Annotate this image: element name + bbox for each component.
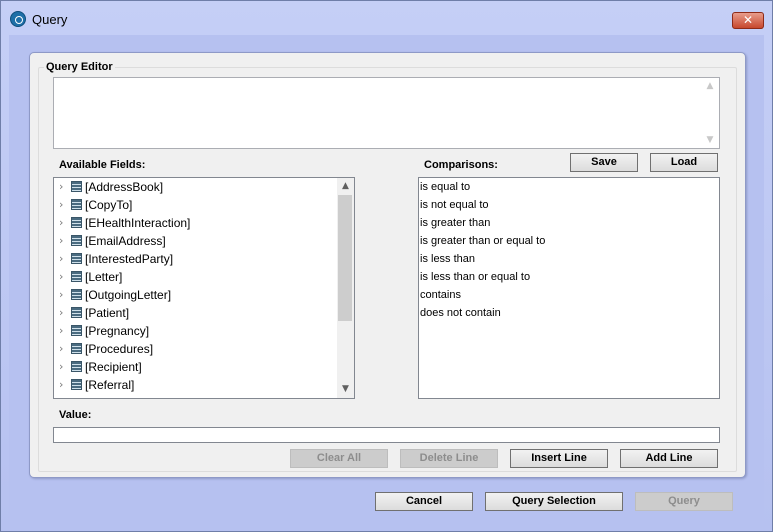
save-button[interactable]: Save <box>570 153 638 172</box>
scroll-up-icon[interactable]: ▲ <box>340 181 351 192</box>
comparisons-label: Comparisons: <box>424 159 498 171</box>
scroll-down-icon[interactable]: ▼ <box>340 384 351 395</box>
chevron-right-icon[interactable]: › <box>59 306 63 319</box>
query-button[interactable]: Query <box>635 492 733 511</box>
tree-item-label: [AddressBook] <box>85 180 164 194</box>
chevron-right-icon[interactable]: › <box>59 360 63 373</box>
comparison-item[interactable]: is greater than <box>420 214 490 232</box>
window-title: Query <box>32 12 68 27</box>
tree-item-label: [EmailAddress] <box>85 234 166 248</box>
comparison-item[interactable]: is greater than or equal to <box>420 232 545 250</box>
value-input[interactable] <box>53 427 720 443</box>
table-icon <box>71 217 82 228</box>
tree-item[interactable]: › [Recipient] <box>54 358 338 376</box>
table-icon <box>71 379 82 390</box>
tree-item-label: [OutgoingLetter] <box>85 288 172 302</box>
tree-item[interactable]: › [CopyTo] <box>54 196 338 214</box>
title-bar[interactable]: Query ✕ <box>1 1 772 35</box>
table-icon <box>71 199 82 210</box>
query-editor-label: Query Editor <box>44 61 115 73</box>
chevron-right-icon[interactable]: › <box>59 216 63 229</box>
table-icon <box>71 181 82 192</box>
tree-item-label: [Letter] <box>85 270 123 284</box>
tree-item[interactable]: › [Referral] <box>54 376 338 394</box>
app-icon <box>10 11 26 27</box>
tree-item-label: [InterestedParty] <box>85 252 174 266</box>
scroll-down-icon[interactable]: ▼ <box>706 136 714 145</box>
table-icon <box>71 289 82 300</box>
tree-item[interactable]: › [Patient] <box>54 304 338 322</box>
close-button[interactable]: ✕ <box>732 12 764 29</box>
tree-item-label: [Pregnancy] <box>85 324 150 338</box>
tree-item-label: [Referral] <box>85 378 135 392</box>
tree-item[interactable]: › [Procedures] <box>54 340 338 358</box>
table-icon <box>71 343 82 354</box>
query-editor-textarea[interactable]: ▲ ▼ <box>53 77 720 149</box>
tree-item[interactable]: › [EHealthInteraction] <box>54 214 338 232</box>
chevron-right-icon[interactable]: › <box>59 324 63 337</box>
add-line-button[interactable]: Add Line <box>620 449 718 468</box>
comparison-item[interactable]: is less than <box>420 250 475 268</box>
comparison-item[interactable]: is less than or equal to <box>420 268 530 286</box>
comparison-item[interactable]: is equal to <box>420 178 470 196</box>
tree-item[interactable]: › [AddressBook] <box>54 178 338 196</box>
value-label: Value: <box>59 409 92 421</box>
clear-all-button[interactable]: Clear All <box>290 449 388 468</box>
chevron-right-icon[interactable]: › <box>59 378 63 391</box>
table-icon <box>71 325 82 336</box>
tree-item[interactable]: › [EmailAddress] <box>54 232 338 250</box>
tree-item[interactable]: › [Pregnancy] <box>54 322 338 340</box>
chevron-right-icon[interactable]: › <box>59 234 63 247</box>
query-selection-button[interactable]: Query Selection <box>485 492 623 511</box>
scroll-up-icon[interactable]: ▲ <box>706 82 714 91</box>
dialog-body: Query Editor ▲ ▼ Available Fields: Compa… <box>9 35 764 525</box>
load-button[interactable]: Load <box>650 153 718 172</box>
available-fields-tree[interactable]: › [AddressBook] › [CopyTo] › [EHealthInt… <box>53 177 355 399</box>
tree-item-label: [EHealthInteraction] <box>85 216 191 230</box>
table-icon <box>71 271 82 282</box>
tree-item-label: [Recipient] <box>85 360 142 374</box>
query-dialog: Query ✕ Query Editor ▲ ▼ Available Field… <box>0 0 773 532</box>
delete-line-button[interactable]: Delete Line <box>400 449 498 468</box>
tree-item[interactable]: › [InterestedParty] <box>54 250 338 268</box>
chevron-right-icon[interactable]: › <box>59 270 63 283</box>
table-icon <box>71 307 82 318</box>
tree-item-label: [Procedures] <box>85 342 154 356</box>
editor-scrollbar[interactable]: ▲ ▼ <box>702 78 719 148</box>
cancel-button[interactable]: Cancel <box>375 492 473 511</box>
comparison-item[interactable]: does not contain <box>420 304 501 322</box>
comparison-item[interactable]: contains <box>420 286 461 304</box>
available-fields-label: Available Fields: <box>59 159 146 171</box>
chevron-right-icon[interactable]: › <box>59 252 63 265</box>
scroll-thumb[interactable] <box>338 195 352 321</box>
insert-line-button[interactable]: Insert Line <box>510 449 608 468</box>
tree-item-label: [Patient] <box>85 306 130 320</box>
tree-item[interactable]: › [OutgoingLetter] <box>54 286 338 304</box>
fields-scrollbar[interactable]: ▲ ▼ <box>337 178 354 398</box>
chevron-right-icon[interactable]: › <box>59 198 63 211</box>
table-icon <box>71 253 82 264</box>
chevron-right-icon[interactable]: › <box>59 342 63 355</box>
comparisons-list[interactable]: is equal to is not equal to is greater t… <box>418 177 720 399</box>
table-icon <box>71 361 82 372</box>
query-panel: Query Editor ▲ ▼ Available Fields: Compa… <box>29 52 746 478</box>
chevron-right-icon[interactable]: › <box>59 288 63 301</box>
comparison-item[interactable]: is not equal to <box>420 196 489 214</box>
chevron-right-icon[interactable]: › <box>59 180 63 193</box>
tree-item-label: [CopyTo] <box>85 198 133 212</box>
tree-item[interactable]: › [Letter] <box>54 268 338 286</box>
table-icon <box>71 235 82 246</box>
